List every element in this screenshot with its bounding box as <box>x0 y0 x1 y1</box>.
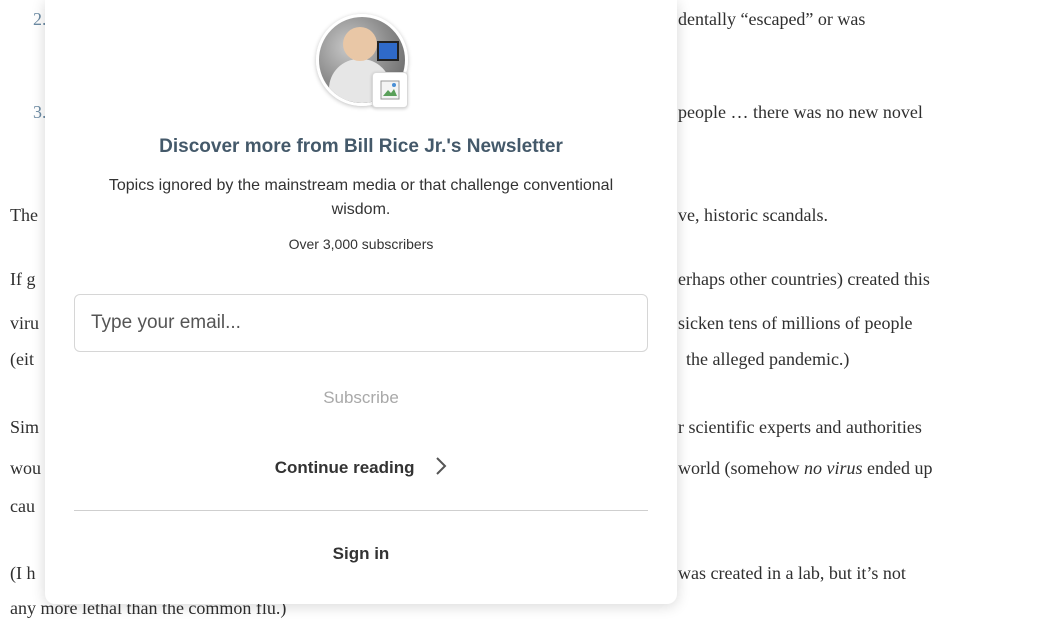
paragraph-start: viru <box>10 313 39 333</box>
subscribe-button[interactable]: Subscribe <box>45 388 677 408</box>
email-input[interactable] <box>74 294 648 352</box>
paragraph-start: (eit <box>10 349 34 369</box>
continue-reading-label: Continue reading <box>274 457 415 477</box>
modal-title: Discover more from Bill Rice Jr.'s Newsl… <box>159 136 563 157</box>
avatar-monitor-shape <box>377 41 399 61</box>
paragraph-end: was created in a lab, but it’s not <box>678 563 906 583</box>
paragraph-start: The <box>10 205 38 225</box>
author-avatar <box>316 14 410 108</box>
list-item-text: dentally “escaped” or was <box>678 9 866 29</box>
divider <box>74 510 648 511</box>
chevron-right-icon <box>435 456 447 481</box>
paragraph-end: r scientific experts and authorities <box>678 417 922 437</box>
paragraph-end: world (somehow no virus ended up <box>678 456 932 480</box>
paragraph-start: (I h <box>10 563 36 583</box>
paragraph-start: Sim <box>10 417 40 437</box>
continue-reading-button[interactable]: Continue reading <box>45 456 677 481</box>
text-run: ended up <box>862 458 933 478</box>
emphasis-text: no virus <box>803 458 863 478</box>
text-run: world (somehow <box>678 458 804 478</box>
subscriber-count: Over 3,000 subscribers <box>288 236 434 252</box>
paragraph-start: wou <box>10 458 41 478</box>
list-item-text: people … there was no new novel <box>678 102 923 122</box>
broken-image-icon <box>372 72 408 108</box>
sign-in-link[interactable]: Sign in <box>45 544 677 564</box>
paragraph-end: sicken tens of millions of people <box>678 313 913 333</box>
subscribe-modal: Discover more from Bill Rice Jr.'s Newsl… <box>45 0 677 604</box>
modal-description: Topics ignored by the mainstream media o… <box>108 177 614 218</box>
paragraph-end: ve, historic scandals. <box>678 205 828 225</box>
avatar-head-shape <box>343 27 377 61</box>
paragraph-end: erhaps other countries) created this <box>678 269 930 289</box>
paragraph-end: the alleged pandemic.) <box>686 349 850 369</box>
paragraph-start: If g <box>10 269 36 289</box>
paragraph-start: cau <box>10 496 35 516</box>
